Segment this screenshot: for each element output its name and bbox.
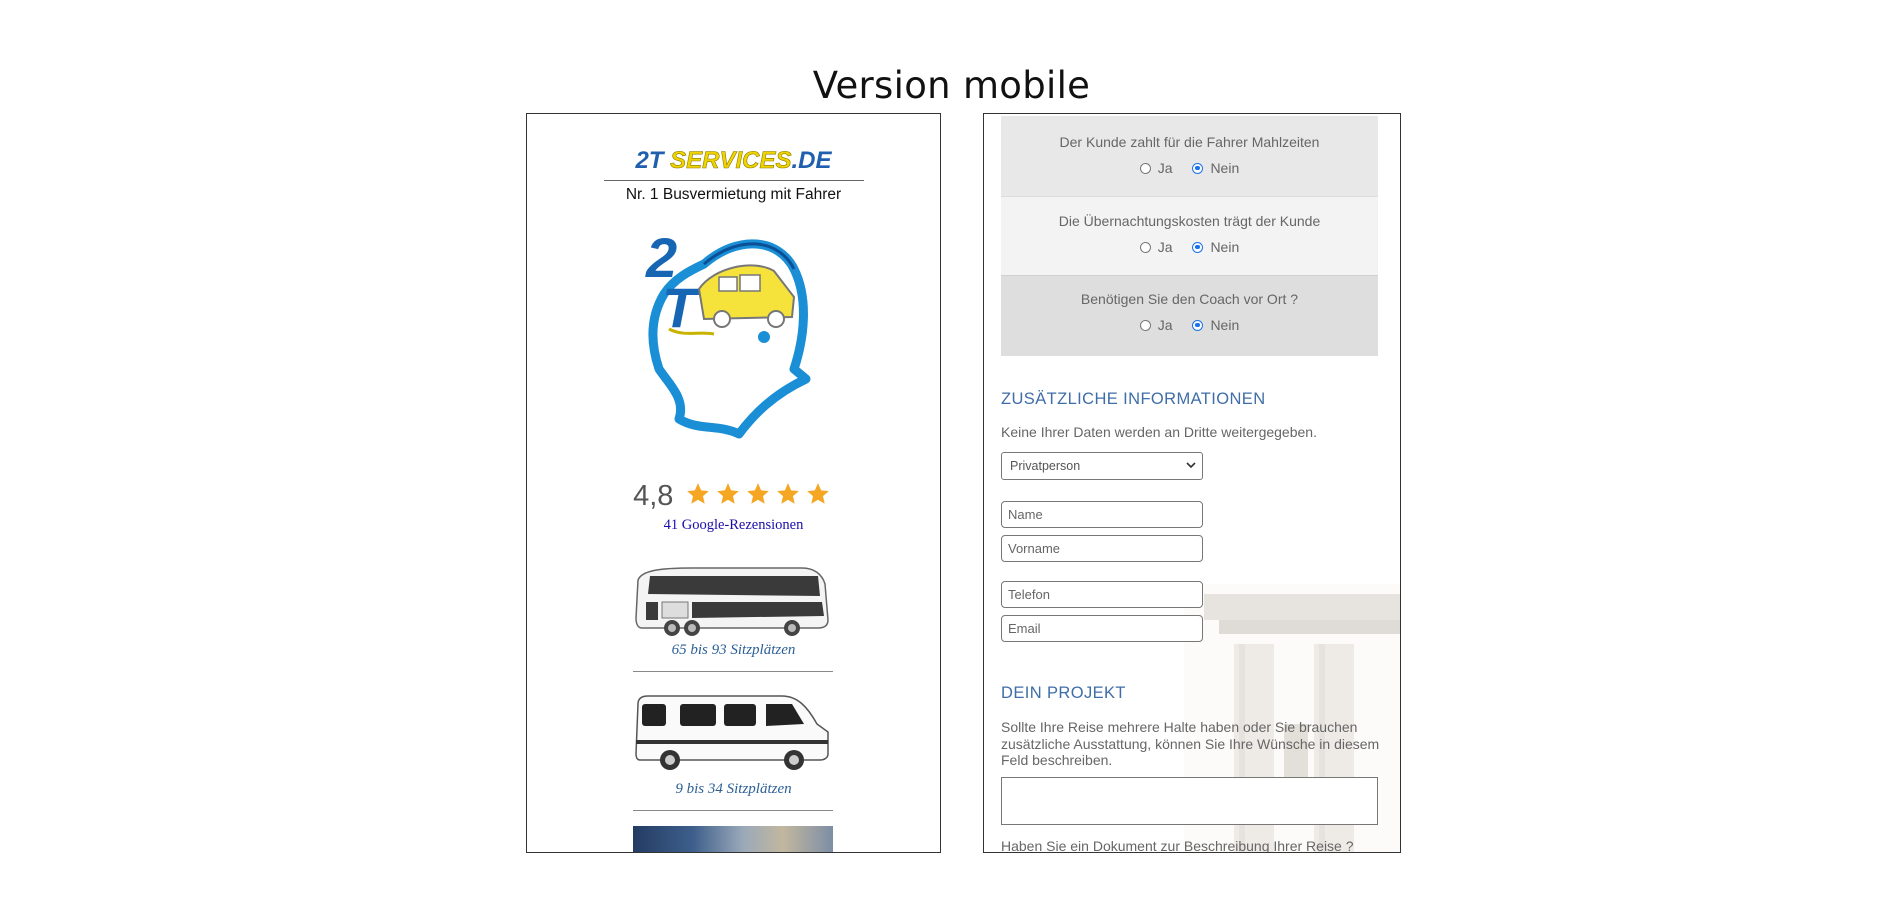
question-label: Die Übernachtungskosten trägt der Kunde <box>1058 213 1321 229</box>
city-photo <box>633 826 833 852</box>
radio-selected-icon[interactable] <box>1192 162 1204 174</box>
radio-label: Nein <box>1210 160 1240 176</box>
mobile-preview-left[interactable]: 2T SERVICES.DE Nr. 1 Busvermietung mit F… <box>526 113 941 853</box>
star-icon <box>687 483 709 504</box>
brand-part-3: .DE <box>791 147 832 174</box>
section-title-project: DEIN PROJEKT <box>1001 684 1126 702</box>
brand-part-2: SERVICES <box>670 147 792 175</box>
brand-divider <box>604 180 864 181</box>
radio-selected-icon[interactable] <box>1192 319 1204 331</box>
project-description-textarea[interactable] <box>1001 777 1378 825</box>
customer-type-select[interactable]: Privatperson <box>1001 452 1203 480</box>
brand-part-1: 2T <box>635 147 671 174</box>
tagline: Nr. 1 Busvermietung mit Fahrer <box>625 186 842 203</box>
radio-label: Ja <box>1157 317 1173 333</box>
privacy-note: Keine Ihrer Daten werden an Dritte weite… <box>1001 424 1317 440</box>
page-heading: Version mobile <box>812 64 1091 107</box>
telefon-field[interactable]: Telefon <box>1001 581 1203 608</box>
divider <box>633 671 833 672</box>
question-label: Der Kunde zahlt für die Fahrer Mahlzeite… <box>1059 134 1320 150</box>
question-meals: Der Kunde zahlt für die Fahrer Mahlzeite… <box>1001 134 1378 177</box>
rating-summary: 4,8 <box>527 480 940 513</box>
mobile-preview-right[interactable]: Der Kunde zahlt für die Fahrer Mahlzeite… <box>983 113 1401 853</box>
radio-label: Ja <box>1157 160 1173 176</box>
star-icon <box>807 483 829 504</box>
star-icon <box>777 483 799 504</box>
project-note: Sollte Ihre Reise mehrere Halte haben od… <box>1001 719 1380 768</box>
star-icon <box>717 483 739 504</box>
radio-label: Nein <box>1210 239 1240 255</box>
radio-no[interactable]: Nein <box>1192 239 1239 255</box>
radio-group: Ja Nein <box>1001 239 1378 256</box>
radio-circle-icon[interactable] <box>1139 319 1151 331</box>
vorname-field[interactable]: Vorname <box>1001 535 1203 562</box>
radio-no[interactable]: Nein <box>1192 317 1239 333</box>
rating-score: 4,8 <box>633 480 674 512</box>
radio-circle-icon[interactable] <box>1139 162 1151 174</box>
email-field[interactable]: Email <box>1001 615 1203 642</box>
section-title-info: ZUSÄTZLICHE INFORMATIONEN <box>1001 390 1266 408</box>
vehicle-caption: 9 bis 34 Sitzplätzen <box>675 781 792 797</box>
radio-label: Nein <box>1210 317 1240 333</box>
divider <box>633 810 833 811</box>
radio-no[interactable]: Nein <box>1192 160 1239 176</box>
radio-label: Ja <box>1157 239 1173 255</box>
radio-yes[interactable]: Ja <box>1139 160 1173 176</box>
question-accommodation: Die Übernachtungskosten trägt der Kunde … <box>1001 213 1378 256</box>
radio-yes[interactable]: Ja <box>1139 239 1173 255</box>
question-coach-on-site: Benötigen Sie den Coach vor Ort ? Ja Nei… <box>1001 291 1378 334</box>
chevron-down-icon <box>1186 462 1196 469</box>
minibus-icon[interactable] <box>632 692 832 772</box>
double-decker-bus-icon[interactable] <box>632 562 832 638</box>
radio-yes[interactable]: Ja <box>1139 317 1173 333</box>
svg-text:T: T <box>662 276 701 339</box>
question-label: Benötigen Sie den Coach vor Ort ? <box>1080 291 1299 307</box>
document-question: Haben Sie ein Dokument zur Beschreibung … <box>1001 838 1354 853</box>
google-reviews-link[interactable]: 41 Google-Rezensionen <box>527 517 940 534</box>
2t-services-logo[interactable]: 2 T <box>644 219 814 444</box>
rating-stars <box>684 481 834 512</box>
brand-wordmark[interactable]: 2T SERVICES.DE <box>527 147 940 175</box>
radio-circle-icon[interactable] <box>1139 241 1151 253</box>
vehicle-caption: 65 bis 93 Sitzplätzen <box>671 642 796 658</box>
name-field[interactable]: Name <box>1001 501 1203 528</box>
radio-group: Ja Nein <box>1001 160 1378 177</box>
star-icon <box>747 483 769 504</box>
select-value: Privatperson <box>1010 459 1081 473</box>
radio-selected-icon[interactable] <box>1192 241 1204 253</box>
radio-group: Ja Nein <box>1001 317 1378 334</box>
